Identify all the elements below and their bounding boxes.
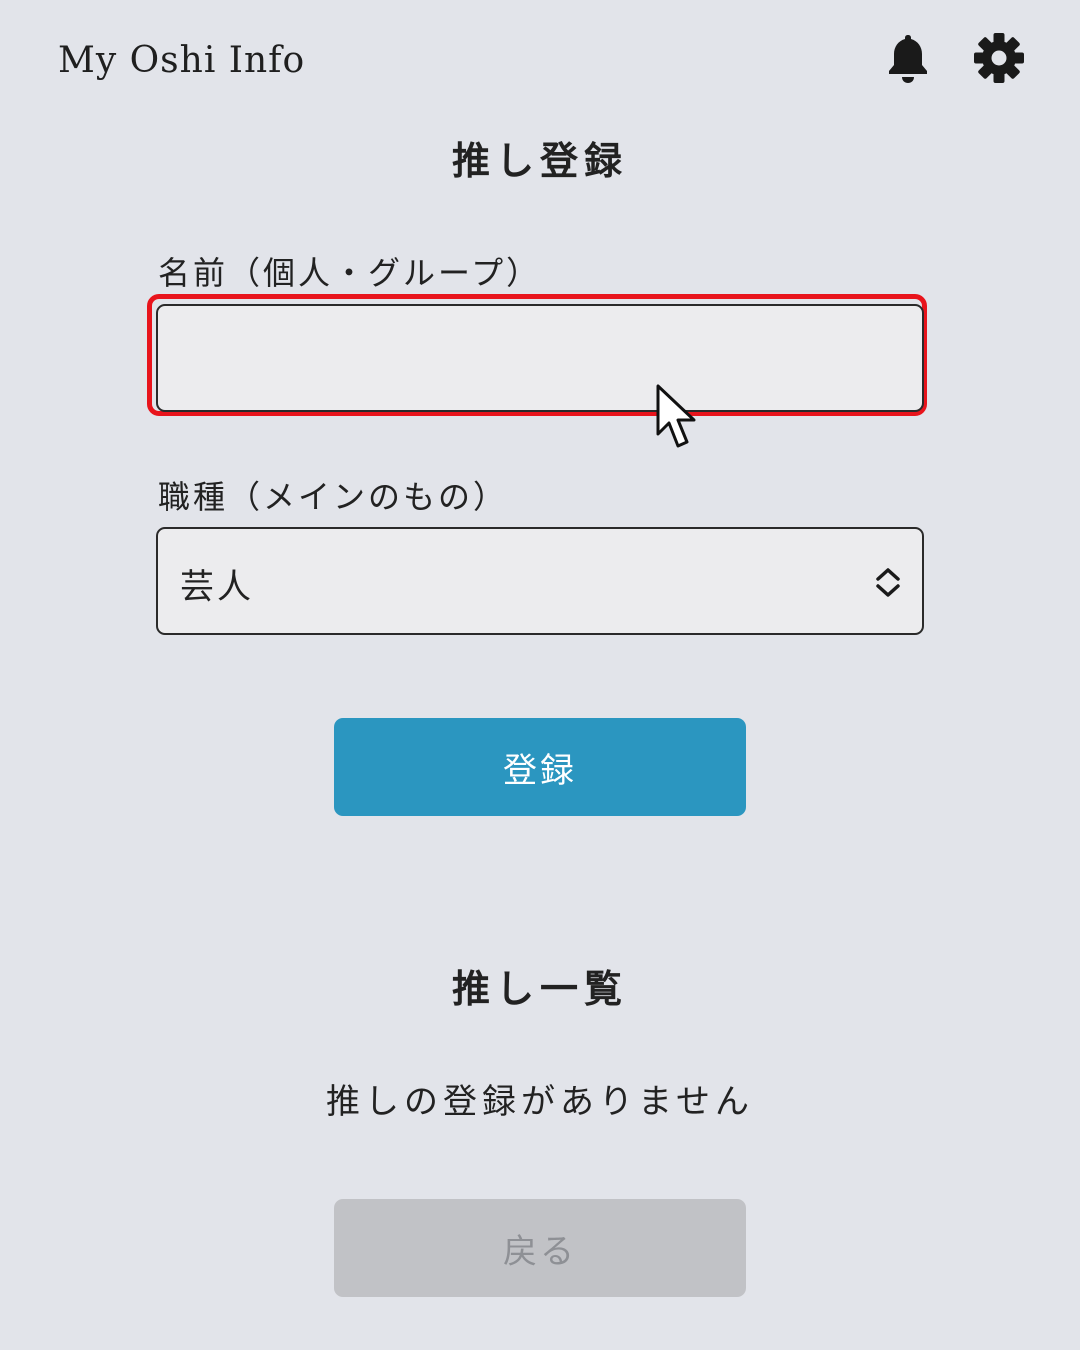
back-button[interactable]: 戻る	[334, 1199, 746, 1297]
register-section-title: 推し登録	[451, 139, 628, 183]
notification-button[interactable]	[880, 30, 936, 86]
name-input[interactable]	[156, 304, 924, 412]
list-section-title: 推し一覧	[451, 967, 628, 1011]
mouse-cursor-icon	[656, 384, 696, 448]
gear-icon	[974, 33, 1024, 83]
app-title: My Oshi Info	[58, 40, 306, 81]
job-field-label: 職種（メインのもの）	[158, 478, 509, 516]
bell-icon	[889, 35, 927, 83]
empty-list-message: 推しの登録がありません	[326, 1082, 754, 1122]
register-button[interactable]: 登録	[334, 718, 746, 816]
job-select-value: 芸人	[180, 567, 254, 607]
select-arrows-icon	[876, 568, 900, 597]
name-field-label: 名前（個人・グループ）	[158, 254, 542, 292]
settings-button[interactable]	[971, 30, 1027, 86]
job-select[interactable]: 芸人	[156, 527, 924, 635]
